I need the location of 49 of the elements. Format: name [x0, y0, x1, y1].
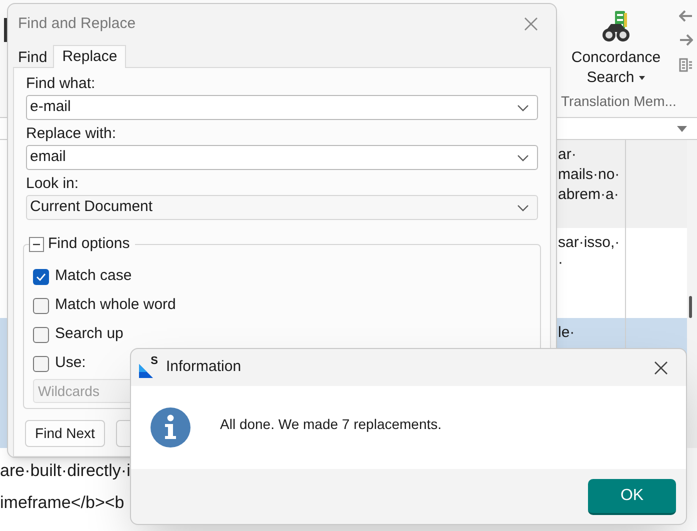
look-in-dropdown[interactable]: Current Document: [26, 195, 538, 220]
tab[interactable]: Replace: [53, 45, 126, 68]
checkbox[interactable]: [33, 326, 49, 342]
combo-field[interactable]: e-mail: [26, 95, 538, 120]
target-text-line: ar·: [558, 145, 576, 165]
chevron-down-icon: [517, 104, 529, 112]
field-label: Replace with:: [26, 124, 116, 144]
checkbox-label: Use:: [55, 353, 86, 374]
forward-arrow-icon[interactable]: [679, 34, 693, 46]
scrollbar-thumb[interactable]: [689, 296, 692, 318]
checkbox-label: Search up: [55, 324, 124, 344]
dropdown-arrow-icon[interactable]: [677, 126, 687, 132]
scrollbar-track[interactable]: [687, 140, 697, 448]
collapse-toggle[interactable]: [29, 236, 44, 252]
ok-button[interactable]: OK: [588, 478, 676, 514]
dialog-title: Information: [166, 357, 242, 378]
find-next-button[interactable]: Find Next: [25, 420, 105, 447]
document-icon[interactable]: [679, 58, 693, 72]
checkbox-label: Match case: [55, 266, 132, 286]
checkbox-label: Match whole word: [55, 295, 176, 316]
concordance-search-button[interactable]: Concordance Search: [571, 10, 661, 88]
target-text-line: le·: [558, 323, 575, 343]
ribbon-icon: [4, 18, 7, 42]
message-text: All done. We made 7 replacements.: [220, 414, 442, 434]
chevron-down-icon: [517, 204, 529, 212]
source-text-line: imeframe</b><b: [0, 492, 124, 514]
chevron-down-icon: [517, 154, 529, 162]
target-text-line: abrem·a·: [558, 185, 619, 205]
checkbox[interactable]: [33, 298, 49, 314]
close-icon: [654, 360, 668, 374]
close-icon: [524, 17, 538, 31]
caret-icon: [639, 76, 646, 80]
combo-field[interactable]: email: [26, 145, 538, 170]
group-title: Find options: [48, 234, 130, 254]
source-text-line: are·built·directly·i: [0, 460, 130, 482]
checkbox[interactable]: [33, 268, 49, 284]
check-icon: [36, 272, 46, 280]
tab[interactable]: Find: [12, 47, 54, 67]
field-label: Find what:: [26, 74, 96, 94]
logo-letter: S: [150, 354, 158, 366]
info-icon: [150, 407, 191, 448]
target-text-line: sar·isso,·: [558, 233, 620, 253]
dialog-title: Find and Replace: [18, 14, 136, 34]
group-label: Translation Mem...: [561, 92, 676, 111]
checkbox[interactable]: [33, 356, 49, 372]
back-arrow-icon[interactable]: [679, 10, 693, 22]
field-label: Look in:: [26, 174, 79, 194]
target-text-line: ·: [558, 253, 563, 273]
target-text-line: mails·no·: [558, 165, 620, 185]
